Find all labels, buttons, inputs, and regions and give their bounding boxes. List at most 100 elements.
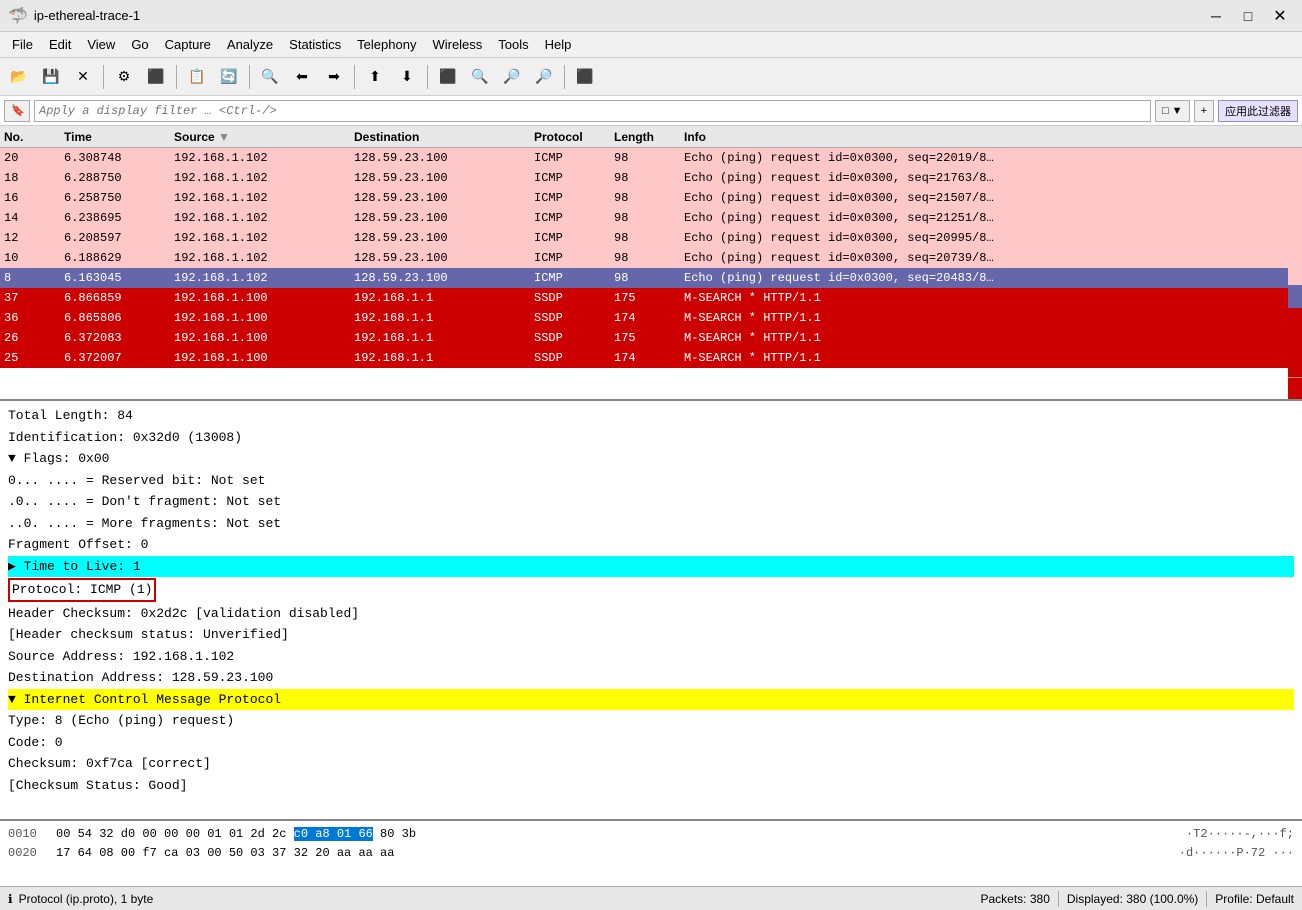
status-text: Protocol (ip.proto), 1 byte	[19, 892, 154, 906]
menu-item-file[interactable]: File	[4, 32, 41, 57]
colorbar-red2	[1288, 331, 1302, 354]
menu-item-go[interactable]: Go	[123, 32, 156, 57]
toolbar-refresh[interactable]: 🔄	[214, 62, 244, 92]
detail-line: Total Length: 84	[8, 405, 1294, 427]
toolbar-zoom-normal[interactable]: 🔎	[529, 62, 559, 92]
toolbar-open[interactable]: 📂	[4, 62, 34, 92]
toolbar-down[interactable]: ⬇	[392, 62, 422, 92]
detail-line: Checksum: 0xf7ca [correct]	[8, 753, 1294, 775]
maximize-button[interactable]: □	[1234, 5, 1262, 27]
status-displayed: Displayed: 380 (100.0%)	[1067, 892, 1198, 906]
filter-input[interactable]	[34, 100, 1151, 122]
hex-offset: 0020	[8, 844, 48, 863]
colorbar-selected	[1288, 285, 1302, 308]
colorbar-pink6	[1288, 263, 1302, 286]
toolbar-sep-6	[564, 65, 565, 89]
toolbar-find[interactable]: 🔍	[255, 62, 285, 92]
statusbar-left: ℹ Protocol (ip.proto), 1 byte	[8, 892, 153, 906]
packet-scroll[interactable]: 20 6.308748 192.168.1.102 128.59.23.100 …	[0, 148, 1302, 401]
titlebar: 🦈 ip-ethereal-trace-1 ─ □ ✕	[0, 0, 1302, 32]
toolbar-zoom-out[interactable]: 🔎	[497, 62, 527, 92]
table-row[interactable]: 14 6.238695 192.168.1.102 128.59.23.100 …	[0, 208, 1302, 228]
toolbar-save[interactable]: 💾	[36, 62, 66, 92]
table-row[interactable]: 10 6.188629 192.168.1.102 128.59.23.100 …	[0, 248, 1302, 268]
table-row[interactable]: 26 6.372083 192.168.1.100 192.168.1.1 SS…	[0, 328, 1302, 348]
packet-list-header: No. Time Source ▼ Destination Protocol L…	[0, 126, 1302, 148]
toolbar-back[interactable]: ⬅	[287, 62, 317, 92]
menu-item-wireless[interactable]: Wireless	[424, 32, 490, 57]
detail-line: Code: 0	[8, 732, 1294, 754]
menu-item-analyze[interactable]: Analyze	[219, 32, 281, 57]
detail-line: Header Checksum: 0x2d2c [validation disa…	[8, 603, 1294, 625]
hex-bytes: 00 54 32 d0 00 00 00 01 01 2d 2c c0 a8 0…	[56, 825, 1178, 844]
hex-ascii: ·d······P·72 ···	[1179, 844, 1294, 863]
menu-item-tools[interactable]: Tools	[490, 32, 536, 57]
detail-line[interactable]: ▶ Time to Live: 1	[8, 556, 1294, 578]
table-row[interactable]: 8 6.163045 192.168.1.102 128.59.23.100 I…	[0, 268, 1302, 288]
hex-ascii: ·T2·····-,···f;	[1186, 825, 1294, 844]
colorbar-red1	[1288, 308, 1302, 331]
table-row[interactable]: 20 6.308748 192.168.1.102 128.59.23.100 …	[0, 148, 1302, 168]
detail-line: Destination Address: 128.59.23.100	[8, 667, 1294, 689]
detail-line[interactable]: ▼ Internet Control Message Protocol	[8, 689, 1294, 711]
filter-apply-btn[interactable]: 应用此过滤器	[1218, 100, 1298, 122]
toolbar-sep-1	[103, 65, 104, 89]
col-header-dst: Destination	[350, 130, 530, 144]
detail-line: 0... .... = Reserved bit: Not set	[8, 470, 1294, 492]
col-header-proto: Protocol	[530, 130, 610, 144]
toolbar-reload[interactable]: ⚙	[109, 62, 139, 92]
col-header-len: Length	[610, 130, 680, 144]
toolbar-zoom-in[interactable]: 🔍	[465, 62, 495, 92]
table-row[interactable]: 16 6.258750 192.168.1.102 128.59.23.100 …	[0, 188, 1302, 208]
detail-line: Fragment Offset: 0	[8, 534, 1294, 556]
menu-item-telephony[interactable]: Telephony	[349, 32, 424, 57]
toolbar-copy[interactable]: 📋	[182, 62, 212, 92]
toolbar-sep-3	[249, 65, 250, 89]
detail-line[interactable]: ▼ Flags: 0x00	[8, 448, 1294, 470]
menu-item-help[interactable]: Help	[537, 32, 580, 57]
toolbar-sep-2	[176, 65, 177, 89]
detail-line: Identification: 0x32d0 (13008)	[8, 427, 1294, 449]
detail-line: Type: 8 (Echo (ping) request)	[8, 710, 1294, 732]
hex-row: 0010 00 54 32 d0 00 00 00 01 01 2d 2c c0…	[8, 825, 1294, 844]
table-row[interactable]: 18 6.288750 192.168.1.102 128.59.23.100 …	[0, 168, 1302, 188]
menu-item-capture[interactable]: Capture	[157, 32, 219, 57]
colorbar-pink4	[1288, 217, 1302, 240]
close-button[interactable]: ✕	[1266, 5, 1294, 27]
status-sep-1	[1058, 891, 1059, 907]
detail-pane[interactable]: Total Length: 84Identification: 0x32d0 (…	[0, 401, 1302, 821]
hex-row: 0020 17 64 08 00 f7 ca 03 00 50 03 37 32…	[8, 844, 1294, 863]
menu-item-edit[interactable]: Edit	[41, 32, 79, 57]
status-packets: Packets: 380	[981, 892, 1050, 906]
filter-dropdown-btn[interactable]: □ ▼	[1155, 100, 1190, 122]
filter-add-btn[interactable]: +	[1194, 100, 1214, 122]
detail-line: Source Address: 192.168.1.102	[8, 646, 1294, 668]
toolbar-colorize[interactable]: ⬛	[433, 62, 463, 92]
statusbar: ℹ Protocol (ip.proto), 1 byte Packets: 3…	[0, 886, 1302, 910]
table-row[interactable]: 25 6.372007 192.168.1.100 192.168.1.1 SS…	[0, 348, 1302, 368]
table-row[interactable]: 36 6.865806 192.168.1.100 192.168.1.1 SS…	[0, 308, 1302, 328]
menu-item-view[interactable]: View	[79, 32, 123, 57]
toolbar-sep-5	[427, 65, 428, 89]
toolbar-forward[interactable]: ➡	[319, 62, 349, 92]
col-header-time: Time	[60, 130, 170, 144]
col-header-src: Source ▼	[170, 130, 350, 144]
toolbar-up[interactable]: ⬆	[360, 62, 390, 92]
menu-item-statistics[interactable]: Statistics	[281, 32, 349, 57]
table-row[interactable]: 12 6.208597 192.168.1.102 128.59.23.100 …	[0, 228, 1302, 248]
toolbar-extra[interactable]: ⬛	[570, 62, 600, 92]
toolbar-close[interactable]: ✕	[68, 62, 98, 92]
hex-bytes: 17 64 08 00 f7 ca 03 00 50 03 37 32 20 a…	[56, 844, 1171, 863]
minimize-button[interactable]: ─	[1202, 5, 1230, 27]
status-icon: ℹ	[8, 892, 13, 906]
detail-line: .0.. .... = Don't fragment: Not set	[8, 491, 1294, 513]
col-header-info: Info	[680, 130, 1302, 144]
hex-highlight: c0 a8 01 66	[294, 827, 373, 841]
toolbar-stop[interactable]: ⬛	[141, 62, 171, 92]
hex-ascii-highlight: ···f	[1258, 827, 1287, 841]
table-row[interactable]: 37 6.866859 192.168.1.100 192.168.1.1 SS…	[0, 288, 1302, 308]
statusbar-right: Packets: 380 Displayed: 380 (100.0%) Pro…	[981, 891, 1295, 907]
filter-bookmark[interactable]: 🔖	[4, 100, 30, 122]
colorbar-red3	[1288, 354, 1302, 377]
titlebar-controls: ─ □ ✕	[1202, 5, 1294, 27]
